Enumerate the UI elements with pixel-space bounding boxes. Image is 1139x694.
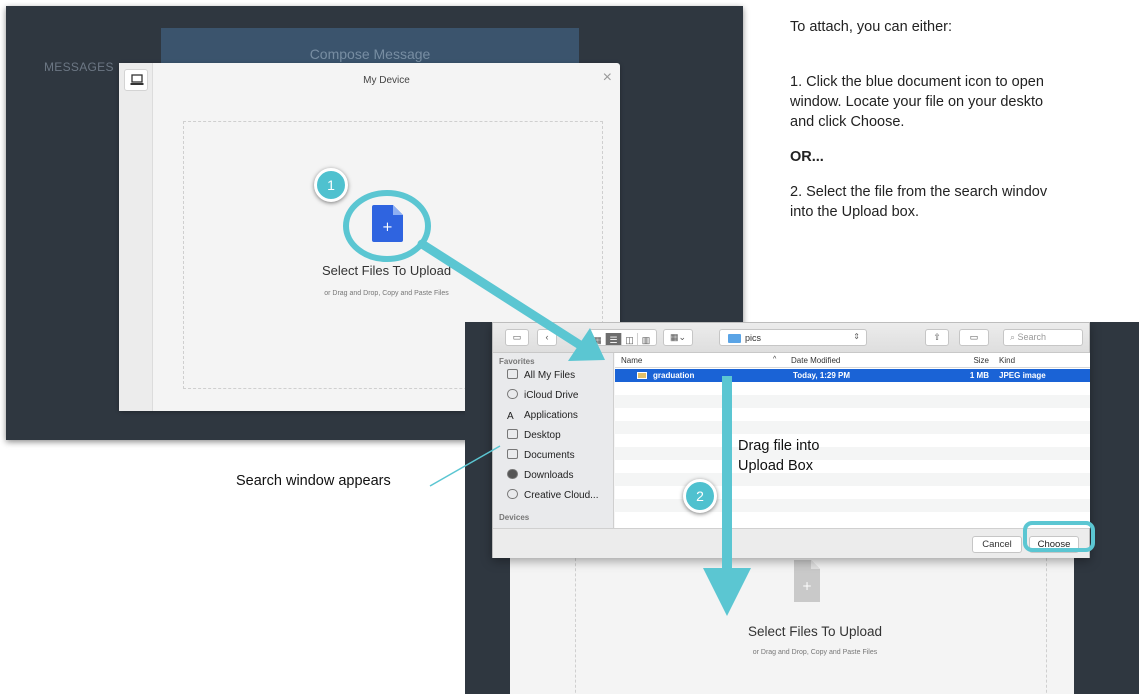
instructions-or: OR... — [790, 149, 824, 165]
file-size: 1 MB — [969, 371, 989, 380]
file-date: Today, 1:29 PM — [793, 371, 851, 380]
empty-row — [615, 460, 1090, 473]
finder-sidebar: Favorites All My Files iCloud Drive A App… — [493, 353, 614, 528]
column-kind[interactable]: Kind — [999, 356, 1015, 365]
laptop-icon — [130, 74, 144, 85]
blue-document-icon[interactable]: + — [372, 205, 403, 242]
downloads-icon — [507, 469, 518, 479]
view-mode-segment[interactable]: ▦ ☰ ◫ ▥ — [589, 329, 657, 346]
sort-chevron-icon: ^ — [773, 356, 777, 363]
list-view-icon[interactable]: ☰ — [606, 333, 622, 345]
sidebar-item-label: Documents — [524, 450, 575, 461]
instructions-step1-line2: window. Locate your file on your deskto — [790, 94, 1044, 110]
dropzone-subtitle-behind: or Drag and Drop, Copy and Paste Files — [752, 649, 878, 656]
jpeg-file-icon — [637, 372, 647, 379]
finder-bottom-bar: Cancel Choose — [493, 528, 1089, 558]
desktop-icon — [507, 429, 518, 439]
cloud-icon — [507, 389, 518, 399]
my-device-source-button[interactable] — [124, 69, 148, 91]
folder-icon — [728, 334, 741, 343]
documents-icon — [507, 449, 518, 459]
drag-callout-line2: Upload Box — [738, 458, 813, 474]
sidebar-item-desktop[interactable]: Desktop — [507, 427, 561, 445]
dropzone-title-behind: Select Files To Upload — [747, 624, 883, 639]
instructions-step2-line1: 2. Select the file from the search windo… — [790, 184, 1048, 200]
search-field[interactable]: ⌕ Search — [1003, 329, 1083, 346]
sidebar-item-label: iCloud Drive — [524, 390, 579, 401]
compose-tab-label: Compose Message — [309, 46, 431, 62]
close-icon[interactable]: × — [603, 69, 612, 87]
empty-row — [615, 395, 1090, 408]
search-window-callout: Search window appears — [236, 473, 391, 489]
sidebar-item-downloads[interactable]: Downloads — [507, 467, 573, 485]
step-badge-2: 2 — [683, 479, 717, 513]
instructions-step2-line2: into the Upload box. — [790, 204, 919, 220]
messages-label: MESSAGES — [44, 60, 114, 74]
empty-row — [615, 512, 1090, 525]
finder-toolbar: ▭ ‹ ▦ ☰ ◫ ▥ ▦⌄ pics ⇕ ⇧ ▭ ⌕ Search — [493, 323, 1089, 353]
sidebar-item-label: Creative Cloud... — [524, 490, 599, 501]
sidebar-heading-devices: Devices — [499, 513, 530, 522]
path-label: pics — [745, 333, 762, 343]
drag-callout-line1: Drag file into — [738, 438, 820, 454]
column-name[interactable]: Name — [621, 356, 642, 365]
sidebar-item-label: All My Files — [524, 370, 576, 381]
file-kind: JPEG image — [999, 371, 1046, 380]
empty-row — [615, 408, 1090, 421]
creative-cloud-icon — [507, 489, 518, 499]
sidebar-item-applications[interactable]: A Applications — [507, 407, 578, 425]
column-date-modified[interactable]: Date Modified — [791, 356, 840, 365]
back-button[interactable]: ‹ — [537, 329, 557, 346]
search-icon: ⌕ — [1010, 332, 1018, 342]
right-screenshot: + Select Files To Upload or Drag and Dro… — [465, 322, 1139, 694]
empty-row — [615, 421, 1090, 434]
step-badge-1: 1 — [314, 168, 348, 202]
column-view-icon[interactable]: ◫ — [622, 333, 638, 345]
sidebar-item-label: Desktop — [524, 430, 561, 441]
add-symbol: + — [802, 579, 812, 593]
cancel-button[interactable]: Cancel — [972, 536, 1022, 553]
empty-row — [615, 434, 1090, 447]
empty-row — [615, 382, 1090, 395]
instructions-step1-line3: and click Choose. — [790, 114, 905, 130]
icon-view-icon[interactable]: ▦ — [590, 333, 606, 345]
sidebar-heading-favorites: Favorites — [499, 357, 535, 366]
svg-text:+: + — [382, 220, 393, 235]
tag-button[interactable]: ▭ — [959, 329, 989, 346]
arrange-menu-button[interactable]: ▦⌄ — [663, 329, 693, 346]
updown-arrows-icon: ⇕ — [853, 332, 860, 341]
file-row-graduation[interactable]: graduation Today, 1:29 PM 1 MB JPEG imag… — [615, 369, 1090, 382]
instructions-step1-line1: 1. Click the blue document icon to open — [790, 74, 1044, 90]
modal-sidebar — [119, 63, 153, 411]
search-placeholder: Search — [1017, 332, 1047, 342]
all-files-icon — [507, 369, 518, 379]
sidebar-item-icloud-drive[interactable]: iCloud Drive — [507, 387, 578, 405]
cover-flow-icon[interactable]: ▥ — [638, 333, 654, 345]
file-list-header: Name ^ Date Modified Size Kind — [615, 353, 1090, 368]
file-name: graduation — [653, 371, 695, 380]
dropzone-title: Select Files To Upload — [321, 263, 452, 278]
gray-document-icon[interactable]: + — [794, 560, 820, 602]
sidebar-toggle-button[interactable]: ▭ — [505, 329, 529, 346]
share-button[interactable]: ⇧ — [925, 329, 949, 346]
path-popup[interactable]: pics ⇕ — [719, 329, 867, 346]
column-size[interactable]: Size — [955, 356, 989, 365]
dropzone-subtitle: or Drag and Drop, Copy and Paste Files — [324, 290, 449, 297]
sidebar-item-all-my-files[interactable]: All My Files — [507, 367, 575, 385]
modal-title: My Device — [363, 75, 410, 86]
empty-row — [615, 447, 1090, 460]
instructions-intro: To attach, you can either: — [790, 19, 953, 35]
sidebar-item-creative-cloud[interactable]: Creative Cloud... — [507, 487, 598, 505]
sidebar-item-documents[interactable]: Documents — [507, 447, 575, 465]
applications-icon: A — [507, 411, 514, 422]
sidebar-item-label: Downloads — [524, 470, 574, 481]
choose-highlight-ring — [1023, 521, 1095, 552]
sidebar-item-label: Applications — [524, 410, 578, 421]
